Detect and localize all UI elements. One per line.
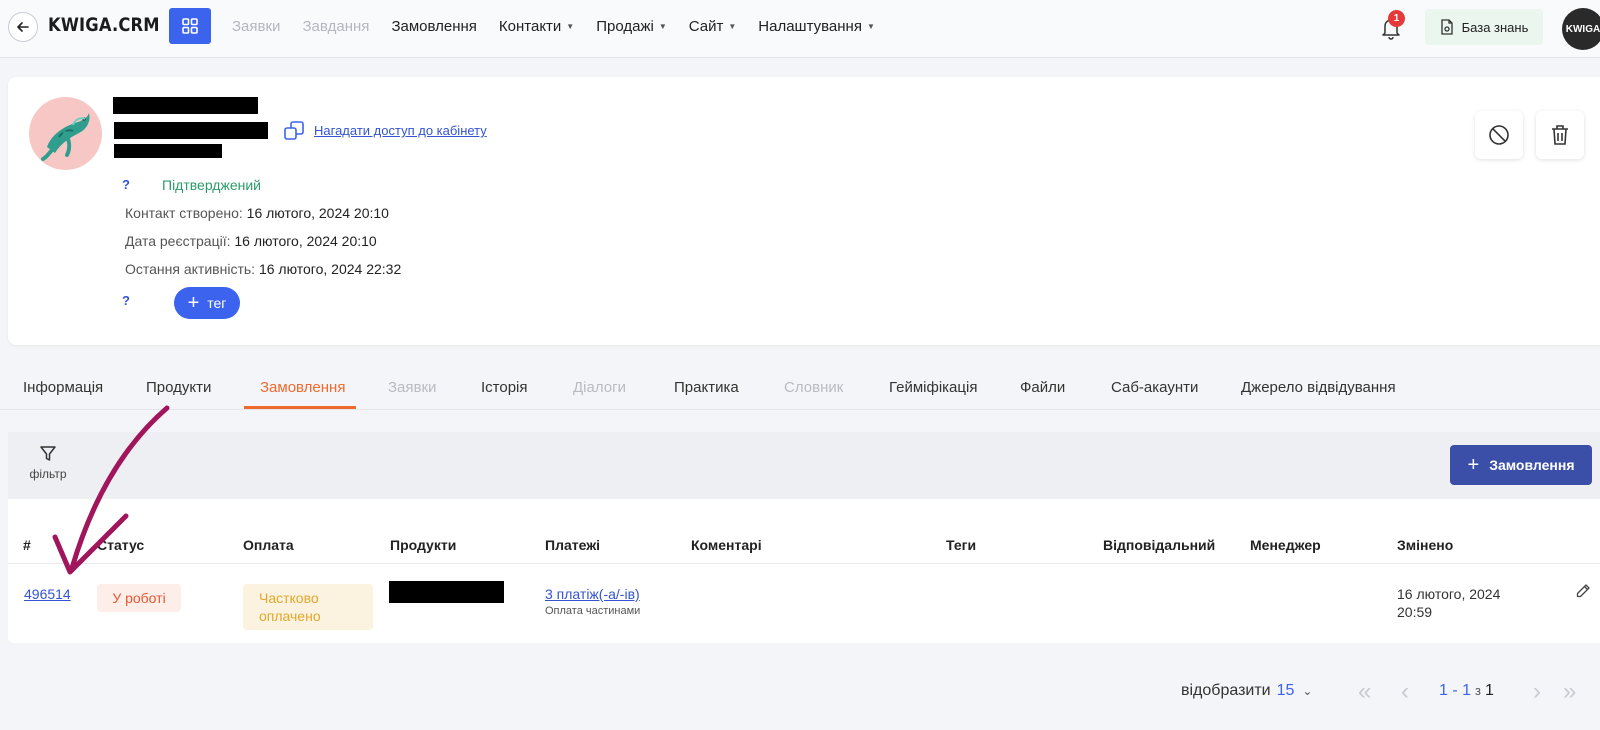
- document-icon: [1440, 19, 1453, 35]
- orders-toolbar: фільтр: [8, 432, 1600, 499]
- caret-down-icon: ▼: [728, 22, 737, 31]
- column-header-status[interactable]: Статус: [97, 537, 144, 553]
- confirmation-status: Підтверджений: [162, 177, 261, 193]
- order-id-link[interactable]: 496514: [24, 586, 71, 602]
- contact-tabs: Інформація Продукти Замовлення Заявки Іс…: [0, 369, 1600, 410]
- add-tag-button[interactable]: + тег: [174, 287, 240, 319]
- status-badge: У роботі: [97, 584, 181, 612]
- tab-dictionary[interactable]: Словник: [784, 379, 843, 396]
- plus-icon: +: [1467, 454, 1480, 476]
- dolphin-illustration: [41, 113, 90, 161]
- nav-item-sales[interactable]: Продажі ▼: [596, 18, 667, 35]
- column-header-responsible[interactable]: Відповідальний: [1103, 537, 1215, 553]
- user-avatar[interactable]: KWIGA: [1562, 8, 1600, 50]
- nav-item-orders[interactable]: Замовлення: [391, 18, 476, 35]
- active-tab-indicator: [244, 406, 356, 409]
- pencil-icon[interactable]: [1575, 583, 1591, 599]
- payments-note: Оплата частинами: [545, 605, 641, 617]
- page-range: 1 - 1з1: [1439, 682, 1494, 699]
- back-button[interactable]: [8, 12, 38, 42]
- tab-practice[interactable]: Практика: [674, 379, 739, 396]
- add-order-button[interactable]: + Замовлення: [1450, 445, 1592, 485]
- first-page-icon[interactable]: «: [1358, 680, 1371, 704]
- caret-down-icon: ▼: [658, 22, 667, 31]
- contact-created: Контакт створено: 16 лютого, 2024 20:10: [125, 205, 389, 221]
- plus-icon: +: [187, 292, 200, 314]
- orders-table: # Статус Оплата Продукти Платежі Комента…: [8, 499, 1600, 643]
- column-header-changed[interactable]: Змінено: [1397, 537, 1453, 553]
- chevron-down-icon: ⌄: [1302, 684, 1313, 698]
- tab-products[interactable]: Продукти: [146, 379, 211, 396]
- arrow-left-icon: [17, 22, 29, 32]
- column-header-comments[interactable]: Коментарі: [691, 537, 762, 553]
- app-logo[interactable]: KWIGA.CRM: [48, 14, 160, 36]
- nav-item-settings[interactable]: Налаштування ▼: [758, 18, 875, 35]
- payments-link[interactable]: 3 платіж(-а/-ів): [545, 586, 640, 602]
- redacted-name: [113, 97, 258, 114]
- redacted-phone: [114, 144, 222, 158]
- payment-status-badge: Частково оплачено: [243, 584, 373, 630]
- top-bar: KWIGA.CRM Заявки Завдання Замовлення Кон…: [0, 0, 1600, 58]
- tab-gamification[interactable]: Гейміфікація: [889, 379, 977, 396]
- block-contact-button[interactable]: [1475, 111, 1523, 159]
- caret-down-icon: ▼: [866, 22, 875, 31]
- tab-files[interactable]: Файли: [1020, 379, 1065, 396]
- tab-orders[interactable]: Замовлення: [260, 379, 345, 396]
- help-icon[interactable]: ?: [122, 177, 130, 192]
- trash-icon: [1552, 125, 1568, 145]
- main-nav: Заявки Завдання Замовлення Контакти ▼ Про…: [232, 18, 897, 35]
- nav-item-applications[interactable]: Заявки: [232, 18, 280, 35]
- filter-button[interactable]: фільтр: [26, 445, 70, 481]
- column-header-manager[interactable]: Менеджер: [1250, 537, 1321, 553]
- contact-avatar: [29, 97, 102, 170]
- previous-page-icon[interactable]: ‹: [1401, 680, 1409, 704]
- column-header-tags[interactable]: Теги: [946, 537, 976, 553]
- tab-sub-accounts[interactable]: Саб-акаунти: [1111, 379, 1198, 396]
- grid-icon: [182, 18, 198, 34]
- tab-dialogs[interactable]: Діалоги: [573, 379, 626, 396]
- contact-profile-card: Нагадати доступ до кабінету ? Підтвердже…: [8, 77, 1600, 345]
- tab-history[interactable]: Історія: [481, 379, 528, 396]
- filter-icon: [40, 446, 56, 461]
- column-header-payment[interactable]: Оплата: [243, 537, 294, 553]
- header-divider: [8, 563, 1600, 564]
- copy-icon[interactable]: [283, 120, 305, 142]
- knowledge-base-button[interactable]: База знань: [1425, 9, 1543, 45]
- redacted-email: [114, 122, 268, 139]
- column-header-payments[interactable]: Платежі: [545, 537, 600, 553]
- last-page-icon[interactable]: »: [1563, 680, 1576, 704]
- column-header-id[interactable]: #: [23, 537, 31, 553]
- changed-date: 16 лютого, 2024 20:59: [1397, 586, 1501, 620]
- nav-item-site[interactable]: Сайт ▼: [689, 18, 737, 35]
- column-header-products[interactable]: Продукти: [390, 537, 456, 553]
- nav-item-contacts[interactable]: Контакти ▼: [499, 18, 574, 35]
- tags-help-icon[interactable]: ?: [122, 293, 130, 308]
- caret-down-icon: ▼: [566, 22, 575, 31]
- tab-applications[interactable]: Заявки: [388, 379, 436, 396]
- per-page-selector[interactable]: відобразити 15 ⌄: [1181, 682, 1312, 700]
- registration-date: Дата реєстрації: 16 лютого, 2024 20:10: [125, 233, 377, 249]
- nav-item-tasks[interactable]: Завдання: [302, 18, 369, 35]
- delete-contact-button[interactable]: [1536, 111, 1584, 159]
- notification-badge: 1: [1388, 10, 1405, 27]
- next-page-icon[interactable]: ›: [1533, 680, 1541, 704]
- last-activity: Остання активність: 16 лютого, 2024 22:3…: [125, 261, 402, 277]
- tab-visit-source[interactable]: Джерело відвідування: [1241, 379, 1396, 396]
- block-icon: [1489, 125, 1509, 145]
- apps-menu-button[interactable]: [169, 8, 211, 44]
- redacted-product: [389, 581, 504, 603]
- remind-access-link[interactable]: Нагадати доступ до кабінету: [314, 123, 487, 138]
- tab-information[interactable]: Інформація: [23, 379, 103, 396]
